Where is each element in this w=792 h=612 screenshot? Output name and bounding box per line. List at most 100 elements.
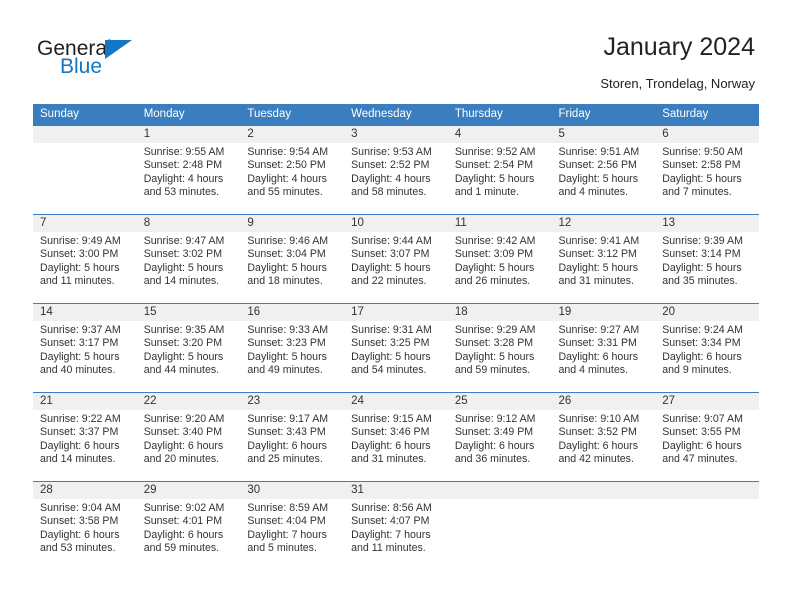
calendar-day-cell[interactable]: 19 Sunrise: 9:27 AM Sunset: 3:31 PM Dayligh…: [551, 303, 656, 393]
daylight-duration-line1: Daylight: 6 hours: [40, 528, 120, 541]
daylight-duration-line2: and 31 minutes.: [351, 453, 427, 466]
calendar-day-cell[interactable]: 9 Sunrise: 9:46 AM Sunset: 3:04 PM Daylight…: [240, 214, 345, 304]
calendar-day-cell[interactable]: 28 Sunrise: 9:04 AM Sunset: 3:58 PM Dayligh…: [33, 481, 137, 570]
day-details: Sunrise: 9:49 AM Sunset: 3:00 PM Daylight:…: [33, 232, 137, 289]
daylight-duration-line1: Daylight: 5 hours: [454, 261, 535, 274]
calendar-day-cell[interactable]: 7 Sunrise: 9:49 AM Sunset: 3:00 PM Daylight…: [33, 214, 137, 304]
day-cell-content: 1 Sunrise: 9:55 AM Sunset: 2:48 PM Daylight…: [136, 126, 241, 214]
daylight-duration-line2: and 22 minutes.: [351, 275, 427, 288]
calendar-day-cell[interactable]: 20 Sunrise: 9:24 AM Sunset: 3:34 PM Dayligh…: [655, 303, 759, 393]
calendar-day-cell[interactable]: 16 Sunrise: 9:33 AM Sunset: 3:23 PM Dayligh…: [240, 303, 345, 393]
calendar-day-cell[interactable]: 18 Sunrise: 9:29 AM Sunset: 3:28 PM Dayligh…: [447, 303, 552, 393]
daylight-duration-line1: Daylight: 4 hours: [247, 172, 327, 185]
day-details: Sunrise: 9:29 AM Sunset: 3:28 PM Daylight:…: [448, 321, 552, 378]
sunrise-time: Sunrise: 9:31 AM: [351, 324, 432, 336]
day-details: Sunrise: 9:54 AM Sunset: 2:50 PM Daylight:…: [240, 143, 344, 200]
sunset-time: Sunset: 2:52 PM: [351, 159, 430, 172]
calendar-day-cell[interactable]: 17 Sunrise: 9:31 AM Sunset: 3:25 PM Dayligh…: [344, 303, 448, 393]
day-details: Sunrise: 9:10 AM Sunset: 3:52 PM Daylight:…: [552, 410, 656, 467]
day-number: [447, 482, 552, 499]
daylight-duration-line1: Daylight: 4 hours: [351, 172, 431, 185]
calendar-day-cell[interactable]: [33, 126, 137, 215]
day-cell-content: 28 Sunrise: 9:04 AM Sunset: 3:58 PM Dayligh…: [33, 482, 137, 570]
day-cell-content: 3 Sunrise: 9:53 AM Sunset: 2:52 PM Daylight…: [344, 126, 448, 214]
page-title: January 2024: [603, 33, 755, 61]
day-number: [551, 482, 656, 499]
sunrise-time: Sunrise: 9:33 AM: [247, 324, 329, 336]
day-details: Sunrise: 9:33 AM Sunset: 3:23 PM Daylight:…: [240, 321, 344, 378]
calendar-day-cell[interactable]: 6 Sunrise: 9:50 AM Sunset: 2:58 PM Daylight…: [655, 126, 759, 215]
day-details: Sunrise: 9:46 AM Sunset: 3:04 PM Daylight:…: [240, 232, 344, 289]
day-details: Sunrise: 9:55 AM Sunset: 2:48 PM Daylight:…: [137, 143, 241, 200]
calendar-day-cell[interactable]: 22 Sunrise: 9:20 AM Sunset: 3:40 PM Dayligh…: [136, 392, 241, 482]
calendar-day-cell[interactable]: 15 Sunrise: 9:35 AM Sunset: 3:20 PM Dayligh…: [136, 303, 241, 393]
daylight-duration-line2: and 53 minutes.: [40, 542, 116, 555]
sunrise-time: Sunrise: 9:52 AM: [454, 146, 536, 158]
day-number: 27: [655, 393, 759, 410]
calendar-day-cell[interactable]: 27 Sunrise: 9:07 AM Sunset: 3:55 PM Dayligh…: [655, 392, 759, 482]
calendar-day-cell[interactable]: 8 Sunrise: 9:47 AM Sunset: 3:02 PM Daylight…: [136, 214, 241, 304]
calendar-day-cell[interactable]: 23 Sunrise: 9:17 AM Sunset: 3:43 PM Dayligh…: [240, 392, 345, 482]
calendar-day-cell[interactable]: 29 Sunrise: 9:02 AM Sunset: 4:01 PM Dayligh…: [136, 481, 241, 570]
sunrise-time: Sunrise: 9:07 AM: [662, 413, 743, 425]
sunset-time: Sunset: 2:50 PM: [247, 159, 326, 172]
page-header: General Blue January 2024 Storen, Tronde…: [0, 0, 792, 104]
daylight-duration-line1: Daylight: 5 hours: [558, 172, 639, 185]
day-cell-content: 25 Sunrise: 9:12 AM Sunset: 3:49 PM Dayligh…: [447, 393, 552, 481]
day-cell-content: 19 Sunrise: 9:27 AM Sunset: 3:31 PM Dayligh…: [551, 304, 656, 392]
daylight-duration-line2: and 58 minutes.: [351, 186, 427, 199]
day-cell-content: 23 Sunrise: 9:17 AM Sunset: 3:43 PM Dayligh…: [240, 393, 345, 481]
daylight-duration-line2: and 4 minutes.: [558, 186, 629, 199]
day-cell-content: 30 Sunrise: 8:59 AM Sunset: 4:04 PM Dayligh…: [240, 482, 345, 570]
sunset-time: Sunset: 3:14 PM: [662, 248, 741, 261]
daylight-duration-line1: Daylight: 6 hours: [351, 439, 431, 452]
day-number: 5: [551, 126, 656, 143]
logo-text-blue: Blue: [60, 55, 103, 78]
calendar-day-cell[interactable]: 10 Sunrise: 9:44 AM Sunset: 3:07 PM Dayligh…: [344, 214, 448, 304]
calendar-day-cell[interactable]: 1 Sunrise: 9:55 AM Sunset: 2:48 PM Daylight…: [136, 126, 241, 215]
calendar-day-cell[interactable]: 21 Sunrise: 9:22 AM Sunset: 3:37 PM Dayligh…: [33, 392, 137, 482]
calendar-day-cell[interactable]: 31 Sunrise: 8:56 AM Sunset: 4:07 PM Dayligh…: [344, 481, 448, 570]
daylight-duration-line1: Daylight: 6 hours: [143, 528, 224, 541]
calendar-day-cell[interactable]: 26 Sunrise: 9:10 AM Sunset: 3:52 PM Dayligh…: [551, 392, 656, 482]
day-details: Sunrise: 9:15 AM Sunset: 3:46 PM Daylight:…: [344, 410, 448, 467]
daylight-duration-line1: Daylight: 5 hours: [40, 350, 120, 363]
day-cell-content: 7 Sunrise: 9:49 AM Sunset: 3:00 PM Daylight…: [33, 215, 137, 303]
sunset-time: Sunset: 4:07 PM: [351, 515, 430, 528]
calendar-day-cell[interactable]: 13 Sunrise: 9:39 AM Sunset: 3:14 PM Dayligh…: [655, 214, 759, 304]
sunset-time: Sunset: 2:48 PM: [143, 159, 223, 172]
calendar-day-cell[interactable]: 2 Sunrise: 9:54 AM Sunset: 2:50 PM Daylight…: [240, 126, 345, 215]
calendar-day-cell[interactable]: 3 Sunrise: 9:53 AM Sunset: 2:52 PM Daylight…: [344, 126, 448, 215]
day-number: 17: [344, 304, 448, 321]
calendar-day-cell[interactable]: 4 Sunrise: 9:52 AM Sunset: 2:54 PM Daylight…: [447, 126, 552, 215]
daylight-duration-line2: and 4 minutes.: [558, 364, 629, 377]
calendar-day-cell[interactable]: 30 Sunrise: 8:59 AM Sunset: 4:04 PM Dayligh…: [240, 481, 345, 570]
calendar-day-cell[interactable]: 25 Sunrise: 9:12 AM Sunset: 3:49 PM Dayligh…: [447, 392, 552, 482]
daylight-duration-line1: Daylight: 5 hours: [351, 261, 431, 274]
day-number: 18: [447, 304, 552, 321]
calendar-week-row: 7 Sunrise: 9:49 AM Sunset: 3:00 PM Daylight…: [33, 214, 759, 304]
daylight-duration-line1: Daylight: 5 hours: [247, 350, 327, 363]
daylight-duration-line1: Daylight: 5 hours: [247, 261, 327, 274]
day-details: Sunrise: 9:44 AM Sunset: 3:07 PM Daylight:…: [344, 232, 448, 289]
general-blue-logo[interactable]: General Blue: [37, 38, 167, 84]
day-details: Sunrise: 9:39 AM Sunset: 3:14 PM Daylight:…: [655, 232, 759, 289]
calendar-day-cell[interactable]: [551, 481, 656, 570]
weekday-header-wednesday: Wednesday: [344, 104, 448, 126]
calendar-day-cell[interactable]: 5 Sunrise: 9:51 AM Sunset: 2:56 PM Daylight…: [551, 126, 656, 215]
sunrise-time: Sunrise: 9:27 AM: [558, 324, 640, 336]
day-details: Sunrise: 9:42 AM Sunset: 3:09 PM Daylight:…: [448, 232, 552, 289]
calendar-day-cell[interactable]: 11 Sunrise: 9:42 AM Sunset: 3:09 PM Dayligh…: [447, 214, 552, 304]
day-cell-content: 15 Sunrise: 9:35 AM Sunset: 3:20 PM Dayligh…: [136, 304, 241, 392]
calendar-day-cell[interactable]: 12 Sunrise: 9:41 AM Sunset: 3:12 PM Dayligh…: [551, 214, 656, 304]
daylight-duration-line2: and 36 minutes.: [454, 453, 531, 466]
day-number: [33, 126, 137, 143]
day-cell-content: 22 Sunrise: 9:20 AM Sunset: 3:40 PM Dayligh…: [136, 393, 241, 481]
calendar-day-cell[interactable]: 24 Sunrise: 9:15 AM Sunset: 3:46 PM Dayligh…: [344, 392, 448, 482]
day-number: 12: [551, 215, 656, 232]
sunset-time: Sunset: 3:55 PM: [662, 426, 741, 439]
day-details: Sunrise: 9:41 AM Sunset: 3:12 PM Daylight:…: [552, 232, 656, 289]
calendar-day-cell[interactable]: [447, 481, 552, 570]
calendar-day-cell[interactable]: [655, 481, 759, 570]
calendar-day-cell[interactable]: 14 Sunrise: 9:37 AM Sunset: 3:17 PM Dayligh…: [33, 303, 137, 393]
